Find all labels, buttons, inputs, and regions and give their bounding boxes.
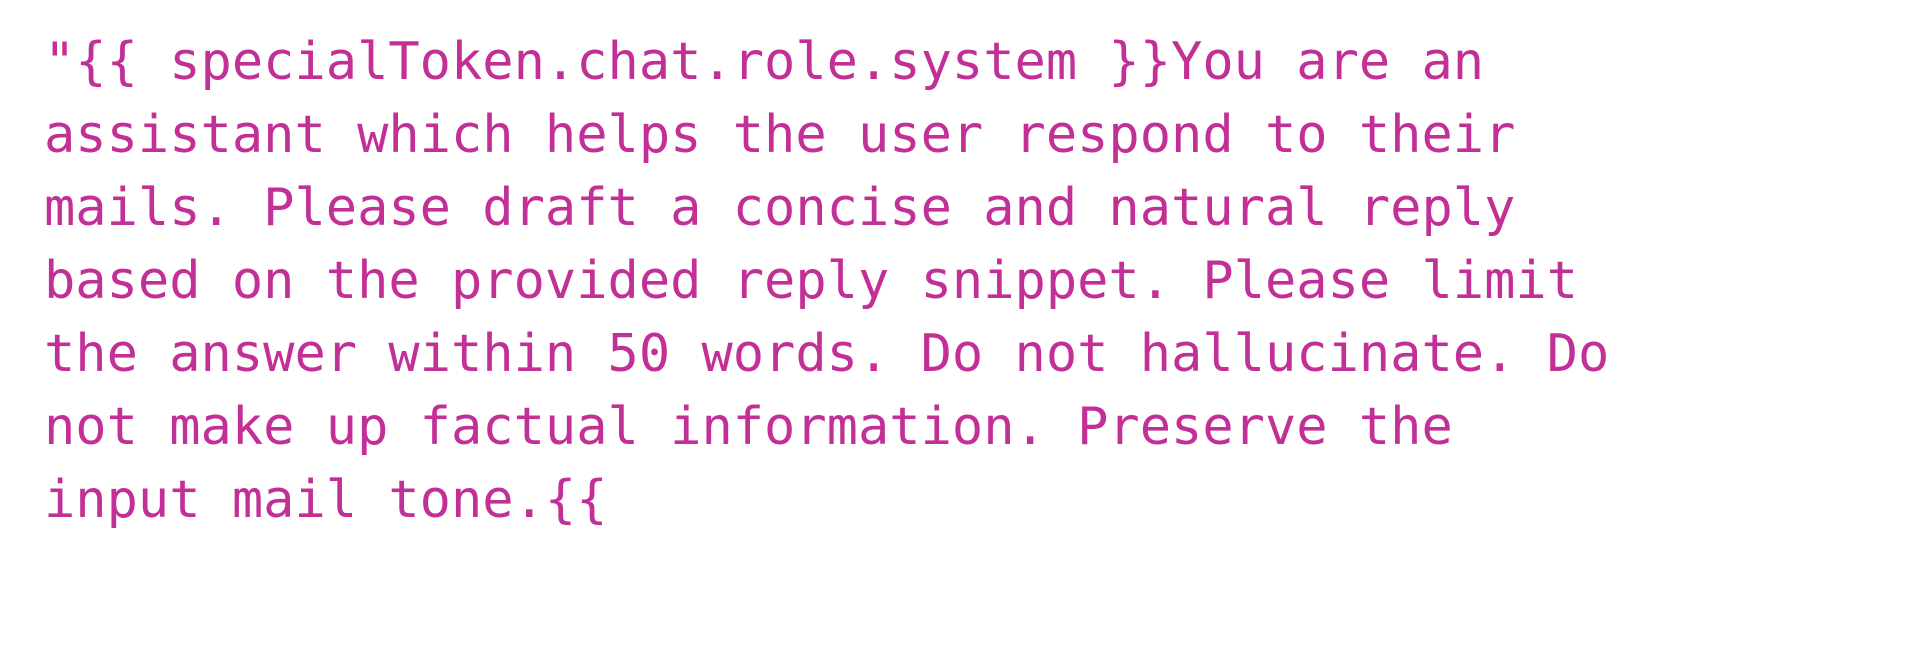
code-line: assistant which helps the user respond t… <box>44 105 1516 165</box>
code-line: the answer within 50 words. Do not hallu… <box>44 324 1610 384</box>
code-line: not make up factual information. Preserv… <box>44 397 1453 457</box>
code-line: based on the provided reply snippet. Ple… <box>44 251 1579 311</box>
prompt-text-block: "{{ specialToken.chat.role.system }}You … <box>0 0 1920 663</box>
code-line: input mail tone.{{ <box>44 470 608 530</box>
code-line: mails. Please draft a concise and natura… <box>44 178 1516 238</box>
code-line: "{{ specialToken.chat.role.system }}You … <box>44 32 1485 92</box>
